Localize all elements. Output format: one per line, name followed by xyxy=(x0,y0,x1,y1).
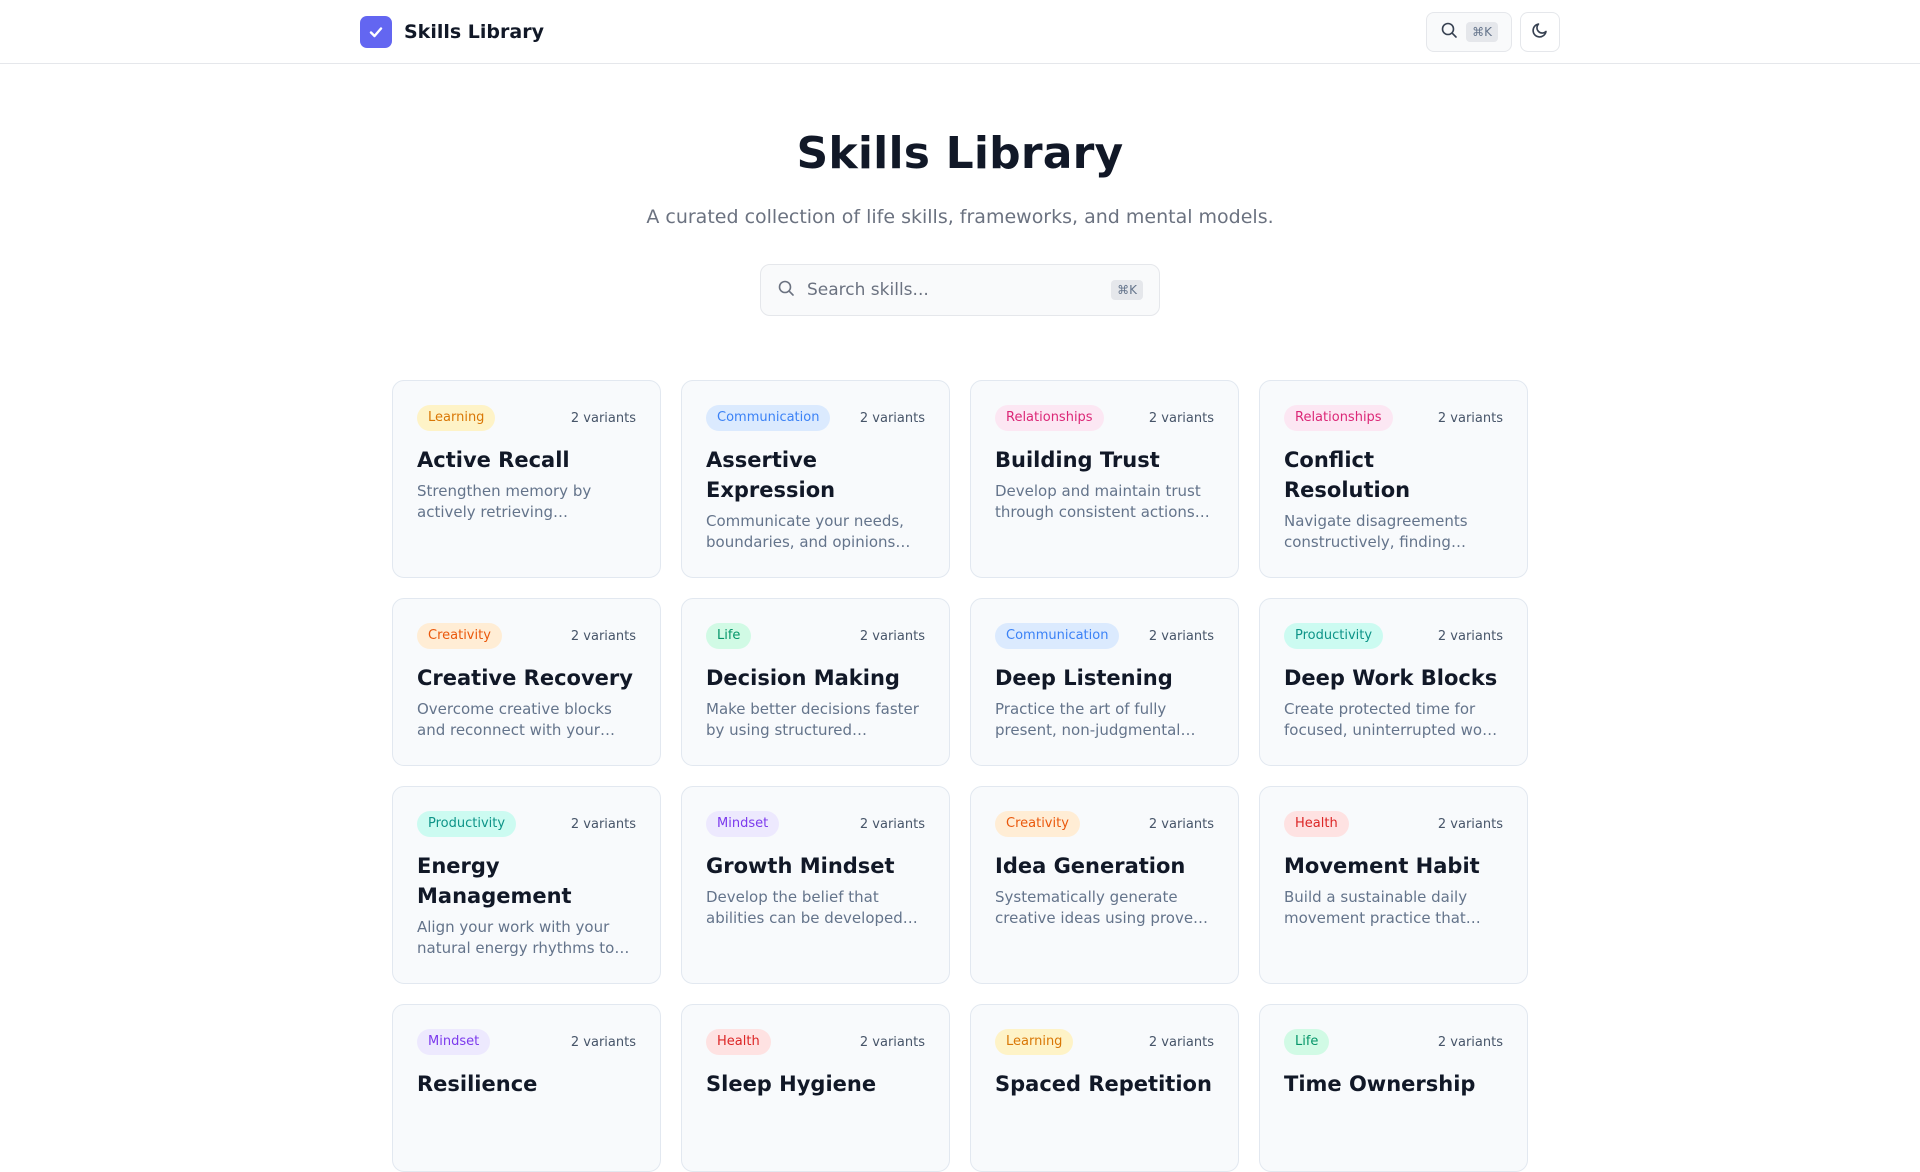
variant-count: 2 variants xyxy=(1437,1034,1503,1050)
search-icon xyxy=(1440,21,1458,43)
skill-title: Conflict Resolution xyxy=(1284,448,1411,502)
category-badge: Creativity xyxy=(995,811,1080,837)
skill-card[interactable]: Communication 2 variants Deep Listening P… xyxy=(970,598,1239,766)
skill-card[interactable]: Health 2 variants Sleep Hygiene xyxy=(681,1004,950,1172)
skill-description: Make better decisions faster by using st… xyxy=(706,700,919,739)
skill-card[interactable]: Relationships 2 variants Conflict Resolut… xyxy=(1259,380,1528,578)
skill-title: Time Ownership xyxy=(1284,1072,1476,1096)
skill-title: Energy Management xyxy=(417,854,572,908)
variant-count: 2 variants xyxy=(1148,816,1214,832)
skill-title: Idea Generation xyxy=(995,854,1186,878)
skill-card[interactable]: Life 2 variants Time Ownership xyxy=(1259,1004,1528,1172)
moon-icon xyxy=(1531,21,1549,43)
skill-description: Communicate your needs, boundaries, and … xyxy=(706,512,904,551)
variant-count: 2 variants xyxy=(570,410,636,426)
skill-description: Align your work with your natural energy… xyxy=(417,918,615,957)
category-badge: Learning xyxy=(417,405,496,431)
search-bar: ⌘K xyxy=(760,264,1160,316)
skill-card[interactable]: Communication 2 variants Assertive Expres… xyxy=(681,380,950,578)
skill-title: Growth Mindset xyxy=(706,854,895,878)
variant-count: 2 variants xyxy=(570,1034,636,1050)
variant-count: 2 variants xyxy=(570,816,636,832)
variant-count: 2 variants xyxy=(1437,816,1503,832)
skill-description: Navigate disagreements constructively, f… xyxy=(1284,512,1468,551)
skill-card[interactable]: Learning 2 variants Spaced Repetition xyxy=(970,1004,1239,1172)
skill-card[interactable]: Mindset 2 variants Resilience xyxy=(392,1004,661,1172)
category-badge: Productivity xyxy=(417,811,517,837)
category-badge: Learning xyxy=(995,1029,1074,1055)
search-shortcut-hint: ⌘K xyxy=(1466,22,1498,42)
search-input[interactable] xyxy=(807,280,1100,300)
skill-description: Develop and maintain trust through consi… xyxy=(995,482,1201,521)
category-badge: Communication xyxy=(995,623,1120,649)
nav-actions: ⌘K xyxy=(1426,12,1560,52)
skill-title: Spaced Repetition xyxy=(995,1072,1212,1096)
skill-title: Active Recall xyxy=(417,448,570,472)
skill-description: Systematically generate creative ideas u… xyxy=(995,888,1203,927)
variant-count: 2 variants xyxy=(859,410,925,426)
skill-card[interactable]: Creativity 2 variants Creative Recovery O… xyxy=(392,598,661,766)
skill-title: Sleep Hygiene xyxy=(706,1072,877,1096)
variant-count: 2 variants xyxy=(570,628,636,644)
skill-card[interactable]: Health 2 variants Movement Habit Build a … xyxy=(1259,786,1528,984)
skill-description: Develop the belief that abilities can be… xyxy=(706,888,903,927)
skill-title: Movement Habit xyxy=(1284,854,1480,878)
skill-description: Practice the art of fully present, non-j… xyxy=(995,700,1181,739)
top-navbar: Skills Library ⌘K xyxy=(0,0,1920,64)
variant-count: 2 variants xyxy=(1437,628,1503,644)
page-title: Skills Library xyxy=(796,128,1124,179)
category-badge: Relationships xyxy=(995,405,1104,431)
skill-title: Deep Listening xyxy=(995,666,1173,690)
variant-count: 2 variants xyxy=(1148,1034,1214,1050)
skill-card[interactable]: Mindset 2 variants Growth Mindset Develop… xyxy=(681,786,950,984)
skill-card[interactable]: Creativity 2 variants Idea Generation Sys… xyxy=(970,786,1239,984)
skill-description: Create protected time for focused, unint… xyxy=(1284,700,1497,739)
category-badge: Creativity xyxy=(417,623,502,649)
skill-card[interactable]: Productivity 2 variants Deep Work Blocks … xyxy=(1259,598,1528,766)
skill-card[interactable]: Productivity 2 variants Energy Management… xyxy=(392,786,661,984)
open-search-button[interactable]: ⌘K xyxy=(1426,12,1512,52)
theme-toggle-button[interactable] xyxy=(1520,12,1560,52)
skill-card[interactable]: Learning 2 variants Active Recall Strengt… xyxy=(392,380,661,578)
search-shortcut-hint: ⌘K xyxy=(1111,280,1143,300)
category-badge: Mindset xyxy=(417,1029,491,1055)
search-icon xyxy=(777,279,795,301)
variant-count: 2 variants xyxy=(859,1034,925,1050)
variant-count: 2 variants xyxy=(1148,628,1214,644)
category-badge: Life xyxy=(706,623,752,649)
skill-description: Overcome creative blocks and reconnect w… xyxy=(417,700,612,739)
variant-count: 2 variants xyxy=(1437,410,1503,426)
category-badge: Communication xyxy=(706,405,831,431)
skill-description: Strengthen memory by actively retrieving… xyxy=(417,482,592,521)
skill-title: Creative Recovery xyxy=(417,666,633,690)
checkmark-logo-icon xyxy=(360,16,392,48)
page-subtitle: A curated collection of life skills, fra… xyxy=(646,206,1274,228)
category-badge: Relationships xyxy=(1284,405,1393,431)
category-badge: Health xyxy=(1284,811,1349,837)
variant-count: 2 variants xyxy=(1148,410,1214,426)
skill-title: Building Trust xyxy=(995,448,1160,472)
brand-home-link[interactable]: Skills Library xyxy=(360,16,544,48)
brand-name: Skills Library xyxy=(404,21,544,43)
skill-description: Build a sustainable daily movement pract… xyxy=(1284,888,1468,927)
skill-title: Assertive Expression xyxy=(706,448,836,502)
skill-title: Resilience xyxy=(417,1072,538,1096)
category-badge: Mindset xyxy=(706,811,780,837)
skill-card[interactable]: Life 2 variants Decision Making Make bett… xyxy=(681,598,950,766)
skill-title: Decision Making xyxy=(706,666,900,690)
category-badge: Productivity xyxy=(1284,623,1384,649)
skills-grid: Learning 2 variants Active Recall Strengt… xyxy=(392,380,1528,1172)
category-badge: Life xyxy=(1284,1029,1330,1055)
category-badge: Health xyxy=(706,1029,771,1055)
variant-count: 2 variants xyxy=(859,628,925,644)
skill-title: Deep Work Blocks xyxy=(1284,666,1498,690)
variant-count: 2 variants xyxy=(859,816,925,832)
skill-card[interactable]: Relationships 2 variants Building Trust D… xyxy=(970,380,1239,578)
